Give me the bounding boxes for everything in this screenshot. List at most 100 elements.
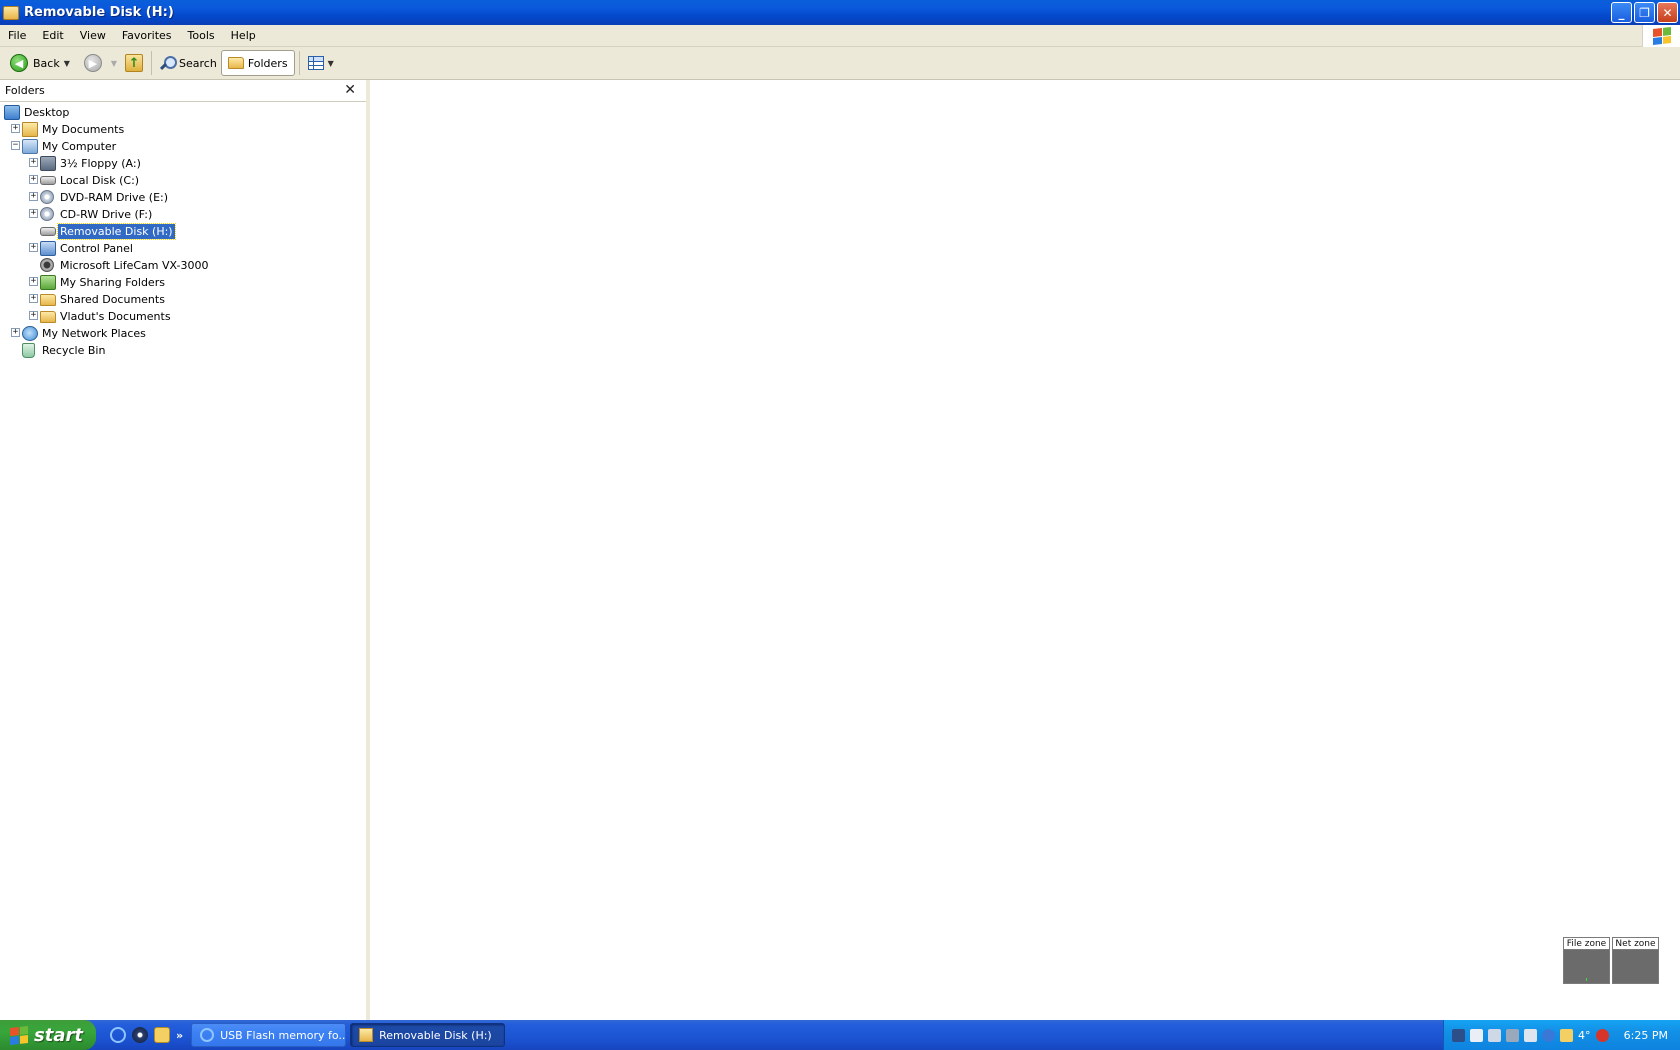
- net-zone[interactable]: Net zone: [1612, 937, 1659, 984]
- activity-indicator: [1586, 978, 1587, 981]
- desktop-icon: [4, 105, 20, 120]
- up-folder-icon: ↑: [125, 54, 144, 72]
- expand-icon[interactable]: +: [29, 277, 38, 286]
- antivirus-icon[interactable]: [1595, 1028, 1609, 1042]
- views-dropdown-icon: ▼: [327, 58, 334, 68]
- taskbar: start » USB Flash memory fo... Removable…: [0, 1020, 1680, 1050]
- expand-icon[interactable]: +: [29, 175, 38, 184]
- security-icon[interactable]: [1542, 1028, 1555, 1042]
- hardware-icon[interactable]: [1506, 1028, 1519, 1042]
- folder-icon: [40, 294, 56, 306]
- back-button[interactable]: ◀ Back ▼: [6, 50, 74, 76]
- expand-icon[interactable]: +: [29, 209, 38, 218]
- net-zone-label: Net zone: [1613, 938, 1658, 950]
- tree-item-cd-rw-drive-f[interactable]: + CD-RW Drive (F:): [0, 206, 366, 223]
- clock-app-icon[interactable]: [154, 1027, 170, 1043]
- tree-item-local-disk-c[interactable]: + Local Disk (C:): [0, 172, 366, 189]
- menu-favorites[interactable]: Favorites: [114, 29, 180, 42]
- menu-help[interactable]: Help: [223, 29, 264, 42]
- tree-item-3-floppy-a[interactable]: +3½ Floppy (A:): [0, 155, 366, 172]
- folder-icon: [359, 1028, 374, 1042]
- standard-toolbar: ◀ Back ▼ ▶ ▼ ↑ Search Folders ▼: [0, 47, 1680, 80]
- task-button-removable-disk[interactable]: Removable Disk (H:): [350, 1023, 506, 1047]
- media-player-icon[interactable]: [132, 1027, 148, 1043]
- windows-logo-icon: [1642, 25, 1680, 47]
- start-button[interactable]: start: [0, 1020, 96, 1050]
- folders-pane-title: Folders: [5, 84, 45, 97]
- tree-item-label: Local Disk (C:): [60, 174, 140, 187]
- my-documents-icon: [22, 122, 38, 137]
- system-clock[interactable]: 6:25 PM: [1624, 1029, 1668, 1042]
- window-controls: _ ❐ ✕: [1611, 2, 1678, 23]
- tree-item-recycle-bin[interactable]: Recycle Bin: [0, 342, 366, 359]
- folders-button[interactable]: Folders: [220, 50, 295, 76]
- expand-icon[interactable]: +: [29, 311, 38, 320]
- display-icon[interactable]: [1470, 1028, 1483, 1042]
- search-button[interactable]: Search: [156, 50, 221, 76]
- collapse-icon[interactable]: −: [11, 141, 20, 150]
- minimize-button[interactable]: _: [1611, 2, 1632, 23]
- folders-pane-header: Folders ✕: [0, 80, 366, 102]
- tree-item-desktop[interactable]: Desktop: [0, 104, 366, 121]
- views-button[interactable]: ▼: [304, 50, 338, 76]
- task-button-usb-flash[interactable]: USB Flash memory fo...: [191, 1023, 347, 1047]
- tree-item-my-network-places[interactable]: + My Network Places: [0, 325, 366, 342]
- up-button[interactable]: ↑: [121, 50, 147, 76]
- menu-view[interactable]: View: [72, 29, 114, 42]
- volume-icon[interactable]: [1524, 1028, 1537, 1042]
- temperature-readout[interactable]: 4°: [1578, 1029, 1591, 1042]
- forward-dropdown-icon[interactable]: ▼: [111, 59, 117, 68]
- windows-logo-icon: [10, 1025, 28, 1045]
- file-zone[interactable]: File zone: [1563, 937, 1610, 984]
- expand-icon[interactable]: +: [11, 124, 20, 133]
- tree-item-label: My Network Places: [42, 327, 146, 340]
- file-list-view[interactable]: [374, 80, 1680, 1020]
- tree-item-my-computer[interactable]: − My Computer: [0, 138, 366, 155]
- expand-icon[interactable]: +: [29, 158, 38, 167]
- tree-item-microsoft-lifecam-vx-3000[interactable]: Microsoft LifeCam VX-3000: [0, 257, 366, 274]
- quick-launch-more-icon[interactable]: »: [176, 1029, 183, 1042]
- expand-icon[interactable]: +: [29, 192, 38, 201]
- internet-explorer-icon[interactable]: [110, 1027, 126, 1043]
- window-title: Removable Disk (H:): [24, 5, 174, 20]
- tree-item-shared-documents[interactable]: + Shared Documents: [0, 291, 366, 308]
- my-computer-icon: [22, 139, 38, 154]
- cd-drive-icon: [40, 207, 54, 221]
- tree-item-dvd-ram-drive-e[interactable]: + DVD-RAM Drive (E:): [0, 189, 366, 206]
- tree-item-my-sharing-folders[interactable]: + My Sharing Folders: [0, 274, 366, 291]
- back-dropdown-icon[interactable]: ▼: [64, 59, 70, 68]
- task-label: USB Flash memory fo...: [220, 1028, 347, 1042]
- close-pane-icon[interactable]: ✕: [344, 83, 356, 97]
- tree-item-label: Recycle Bin: [42, 344, 106, 357]
- network-monitor-icon[interactable]: [1488, 1028, 1501, 1042]
- folder-icon: [3, 5, 19, 20]
- tree-item-label: Vladut's Documents: [60, 310, 171, 323]
- menu-tools[interactable]: Tools: [180, 29, 223, 42]
- task-label: Removable Disk (H:): [379, 1028, 492, 1042]
- tree-item-label: My Documents: [42, 123, 125, 136]
- title-bar[interactable]: Removable Disk (H:) _ ❐ ✕: [0, 0, 1680, 25]
- expand-icon[interactable]: +: [29, 294, 38, 303]
- removable-disk-icon: [40, 227, 56, 236]
- folders-label: Folders: [247, 56, 288, 70]
- menu-file[interactable]: File: [0, 29, 34, 42]
- maximize-button[interactable]: ❐: [1634, 2, 1655, 23]
- expand-icon[interactable]: +: [29, 243, 38, 252]
- tree-item-label: My Sharing Folders: [60, 276, 165, 289]
- views-icon: [307, 56, 324, 70]
- pen-tool-icon[interactable]: [1452, 1028, 1465, 1042]
- tree-item-my-documents[interactable]: + My Documents: [0, 121, 366, 138]
- zone-monitor: File zone Net zone: [1563, 937, 1659, 984]
- tree-item-removable-disk-h[interactable]: Removable Disk (H:): [0, 223, 366, 240]
- file-zone-label: File zone: [1564, 938, 1609, 950]
- tree-item-label: 3½ Floppy (A:): [60, 157, 141, 170]
- expand-icon[interactable]: +: [11, 328, 20, 337]
- tree-item-label: Control Panel: [60, 242, 133, 255]
- tree-item-vladut-s-documents[interactable]: + Vladut's Documents: [0, 308, 366, 325]
- forward-button[interactable]: ▶ ▼: [80, 50, 121, 76]
- menu-edit[interactable]: Edit: [34, 29, 71, 42]
- tree-item-control-panel[interactable]: + Control Panel: [0, 240, 366, 257]
- clock-app-icon[interactable]: [1560, 1028, 1573, 1042]
- close-button[interactable]: ✕: [1657, 2, 1678, 23]
- tree-item-label: DVD-RAM Drive (E:): [60, 191, 169, 204]
